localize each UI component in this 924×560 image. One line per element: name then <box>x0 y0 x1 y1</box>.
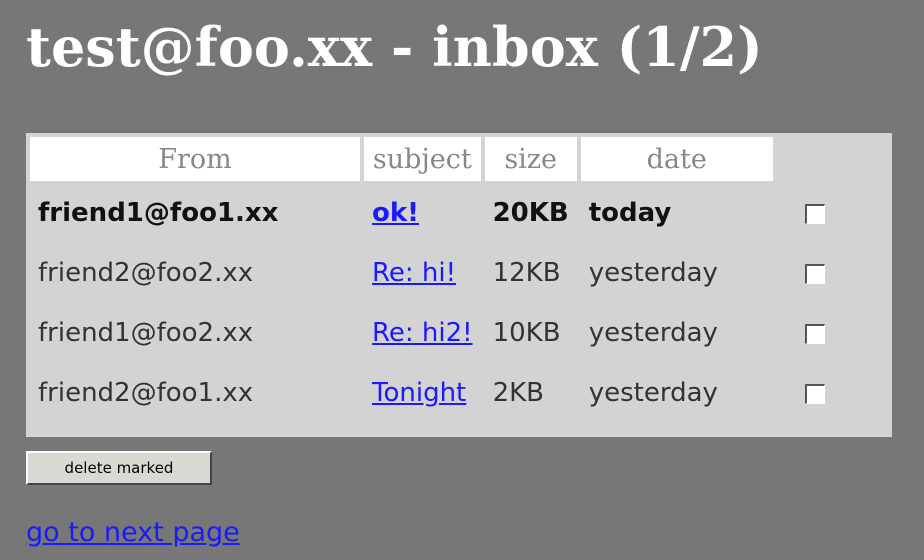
message-subject-link[interactable]: Re: hi2! <box>372 318 473 348</box>
message-select-cell <box>777 365 833 421</box>
message-select-checkbox[interactable] <box>804 263 825 284</box>
message-date: yesterday <box>588 318 718 348</box>
message-select-checkbox[interactable] <box>804 323 825 344</box>
message-subject-cell: Tonight <box>364 365 481 421</box>
message-subject-cell: Re: hi! <box>364 245 481 301</box>
message-size: 2KB <box>492 378 545 408</box>
page-title: test@foo.xx - inbox (1/2) <box>26 15 763 79</box>
message-from: friend1@foo1.xx <box>38 198 279 228</box>
message-date: yesterday <box>588 258 718 288</box>
table-row: friend2@foo1.xx Tonight 2KB yesterday <box>30 365 833 421</box>
message-subject-link[interactable]: Tonight <box>372 378 466 408</box>
table-row: friend2@foo2.xx Re: hi! 12KB yesterday <box>30 245 833 301</box>
column-header-subject: subject <box>364 137 481 181</box>
message-from: friend2@foo1.xx <box>38 378 254 408</box>
table-header-row: From subject size date <box>30 137 833 181</box>
message-date: today <box>588 198 672 228</box>
message-select-checkbox[interactable] <box>804 203 825 224</box>
message-subject-cell: ok! <box>364 185 481 241</box>
column-header-select <box>777 137 833 181</box>
mail-table-panel: From subject size date friend1@foo1.xx o… <box>26 133 892 437</box>
column-header-from: From <box>30 137 360 181</box>
message-size: 10KB <box>492 318 561 348</box>
next-page-link[interactable]: go to next page <box>26 517 240 548</box>
mail-table: From subject size date friend1@foo1.xx o… <box>26 133 837 425</box>
column-header-date: date <box>580 137 773 181</box>
message-select-checkbox[interactable] <box>804 383 825 404</box>
message-date: yesterday <box>588 378 718 408</box>
delete-marked-button[interactable]: delete marked <box>26 451 212 485</box>
message-from: friend2@foo2.xx <box>38 258 254 288</box>
message-select-cell <box>777 185 833 241</box>
message-from: friend1@foo2.xx <box>38 318 254 348</box>
column-header-size: size <box>484 137 577 181</box>
message-subject-link[interactable]: Re: hi! <box>372 258 456 288</box>
message-subject-cell: Re: hi2! <box>364 305 481 361</box>
table-row: friend1@foo1.xx ok! 20KB today <box>30 185 833 241</box>
message-select-cell <box>777 245 833 301</box>
table-row: friend1@foo2.xx Re: hi2! 10KB yesterday <box>30 305 833 361</box>
message-size: 12KB <box>492 258 561 288</box>
message-size: 20KB <box>492 198 569 228</box>
message-select-cell <box>777 305 833 361</box>
message-subject-link[interactable]: ok! <box>372 198 419 228</box>
